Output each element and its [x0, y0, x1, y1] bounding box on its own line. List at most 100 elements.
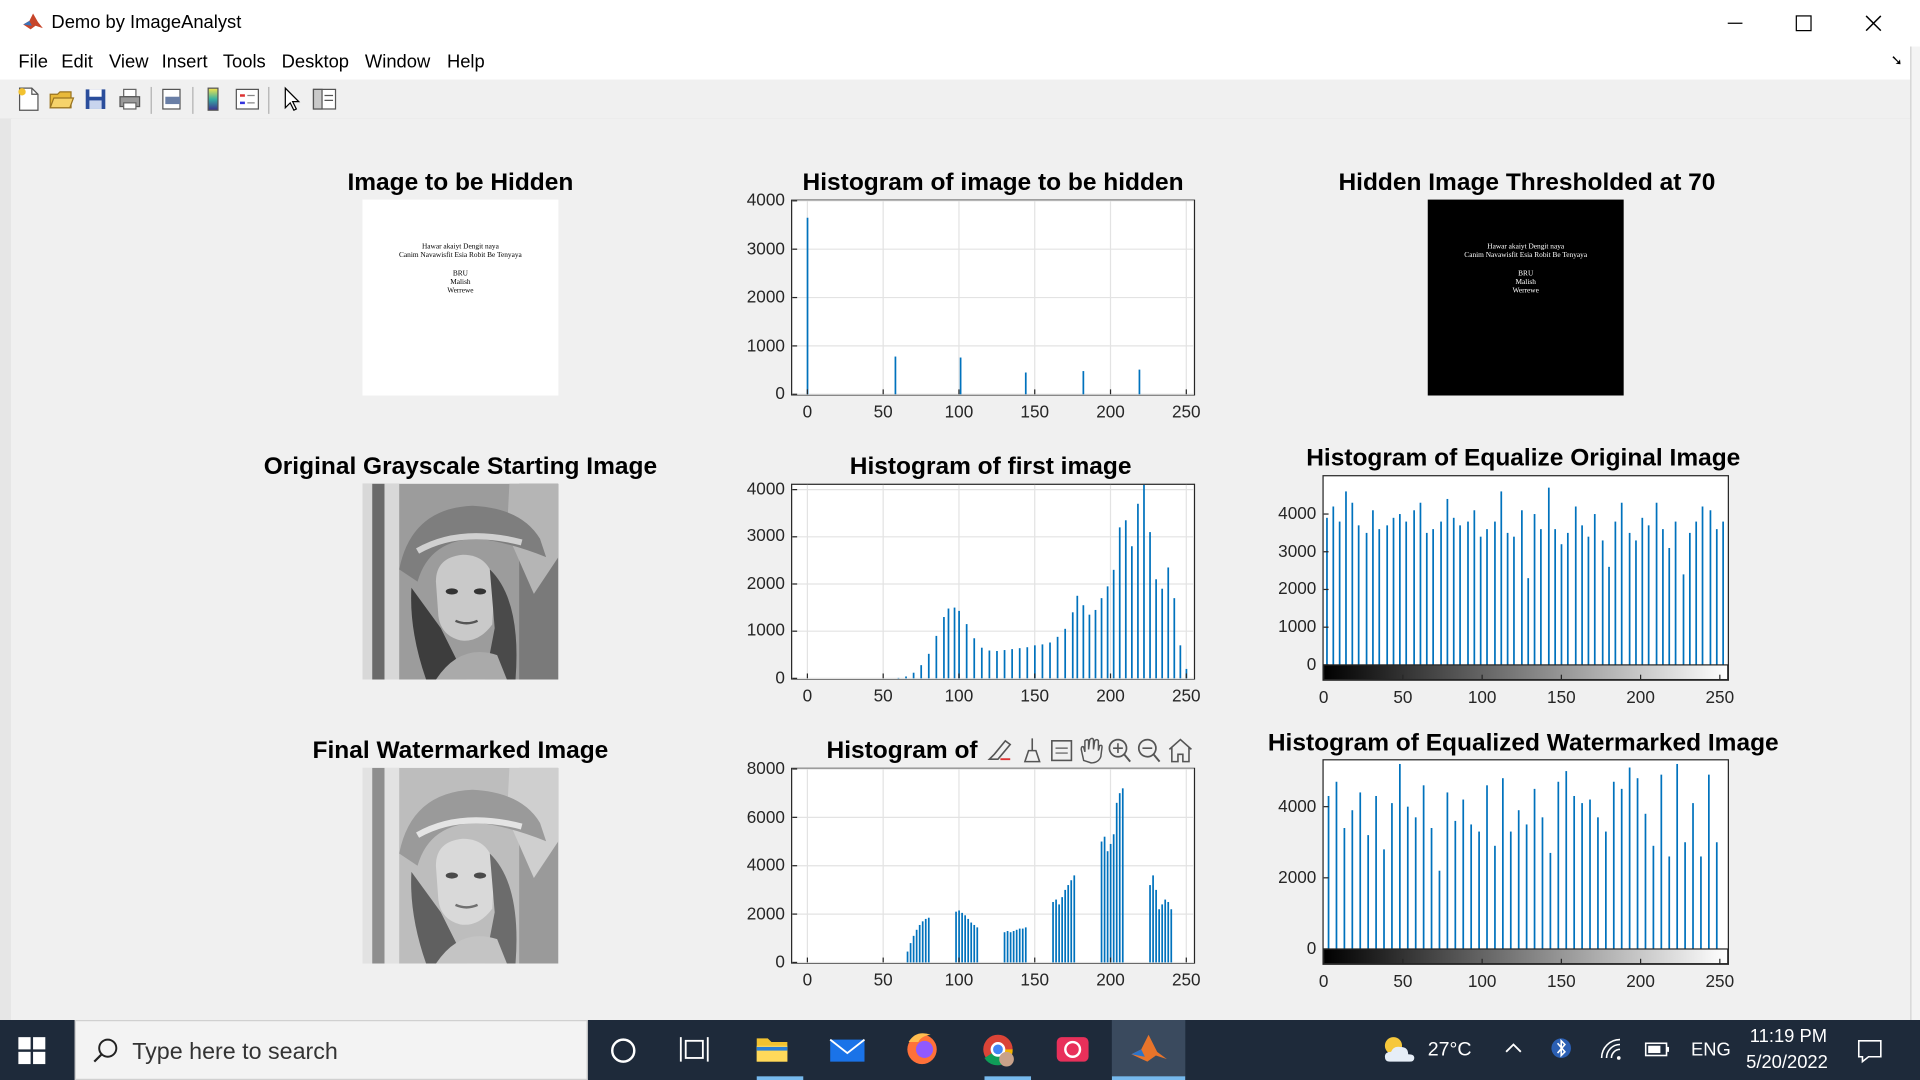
- histogram-bar: [1024, 927, 1027, 963]
- y-tick-label: 0: [775, 383, 785, 403]
- histogram-bar: [1494, 521, 1496, 665]
- menu-insert[interactable]: Insert: [162, 51, 208, 72]
- histogram-watermarked-axes[interactable]: 0 50 100 150 200 250 0 2000 4000 6000 8000: [747, 758, 1201, 989]
- maximize-button[interactable]: [1776, 5, 1832, 42]
- chevron-up-icon[interactable]: [1504, 1038, 1524, 1058]
- battery-icon[interactable]: [1644, 1040, 1671, 1060]
- taskbar-search-box[interactable]: Type here to search: [74, 1020, 588, 1080]
- weather-icon[interactable]: [1379, 1032, 1418, 1066]
- chrome-icon[interactable]: [962, 1020, 1035, 1080]
- histogram-bar: [1070, 880, 1073, 963]
- histogram-bar: [1386, 525, 1389, 665]
- matlab-icon[interactable]: [1111, 1020, 1186, 1080]
- hidden-text-line: Canim Navawisfit Esia Robit Be Tenyaya: [1464, 252, 1588, 260]
- hidden-text-line: Hawar akaiyt Dengit naya: [1487, 243, 1565, 252]
- histogram-bar: [1413, 510, 1415, 665]
- desktop-right-edge: [1910, 46, 1920, 1020]
- histogram-hidden-axes[interactable]: 0 50 100 150 200 250 0 1000 2000 3000 4000: [747, 190, 1201, 421]
- print-icon[interactable]: [116, 86, 143, 113]
- histogram-bar: [1612, 781, 1615, 949]
- histogram-bar: [1419, 502, 1422, 665]
- x-tick-label: 150: [1020, 969, 1050, 990]
- histogram-bar: [1446, 498, 1449, 665]
- histogram-bar: [924, 918, 927, 963]
- open-file-icon[interactable]: [48, 86, 75, 113]
- menu-help[interactable]: Help: [447, 51, 485, 72]
- new-figure-icon[interactable]: [15, 86, 42, 113]
- histogram-bar: [1533, 788, 1536, 949]
- x-tick-label: 200: [1626, 971, 1655, 991]
- data-cursor-icon[interactable]: [1051, 740, 1073, 762]
- minimize-button[interactable]: [1706, 5, 1762, 42]
- original-grayscale-image[interactable]: [362, 483, 559, 680]
- histogram-bar: [1155, 579, 1157, 679]
- snipping-tool-icon[interactable]: [1036, 1020, 1109, 1080]
- x-tick-label: 200: [1626, 686, 1655, 707]
- cortana-icon[interactable]: [588, 1020, 661, 1080]
- histogram-bar: [1695, 521, 1698, 665]
- menu-tools[interactable]: Tools: [223, 51, 266, 72]
- histogram-bar: [1597, 817, 1599, 949]
- property-inspector-icon[interactable]: [311, 86, 338, 113]
- home-icon[interactable]: [1168, 738, 1192, 763]
- data-tips-icon[interactable]: [1023, 738, 1041, 763]
- menu-desktop[interactable]: Desktop: [282, 51, 349, 72]
- window-title: Demo by ImageAnalyst: [51, 12, 242, 34]
- y-tick-label: 3000: [746, 238, 785, 258]
- thresholded-hidden-image[interactable]: Hawar akaiyt Dengit naya Canim Navawisfi…: [1427, 199, 1624, 396]
- histogram-equalized-original-axes[interactable]: 0 50 100 150 200 250 0 1000 2000 3000 4000: [1278, 475, 1734, 707]
- histogram-bar: [1620, 788, 1623, 949]
- histogram-bar: [1003, 650, 1006, 679]
- language-indicator[interactable]: ENG: [1691, 1040, 1731, 1061]
- dock-arrow-icon[interactable]: ➘: [1891, 51, 1903, 68]
- histogram-bar: [988, 650, 991, 679]
- histogram-bar: [1655, 502, 1658, 665]
- menu-edit[interactable]: Edit: [61, 51, 93, 72]
- mail-icon[interactable]: [811, 1020, 884, 1080]
- print-preview-icon[interactable]: [158, 86, 185, 113]
- histogram-bar: [958, 610, 960, 679]
- histogram-bar: [905, 676, 907, 679]
- histogram-bar: [1494, 845, 1496, 949]
- x-tick-label: 250: [1171, 969, 1201, 990]
- menu-window[interactable]: Window: [365, 51, 430, 72]
- brush-icon[interactable]: [987, 739, 1012, 761]
- close-button[interactable]: [1845, 5, 1901, 42]
- x-tick-label: 0: [802, 401, 813, 422]
- pan-icon[interactable]: [1080, 737, 1103, 764]
- clock-date[interactable]: 5/20/2022: [1746, 1052, 1828, 1073]
- zoom-out-icon[interactable]: [1137, 738, 1161, 763]
- wifi-icon[interactable]: [1598, 1037, 1625, 1061]
- hidden-image[interactable]: Hawar akaiyt Dengit naya Canim Navawisfi…: [362, 199, 559, 396]
- firefox-icon[interactable]: [884, 1020, 957, 1080]
- save-icon[interactable]: [82, 86, 109, 113]
- zoom-in-icon[interactable]: [1108, 738, 1131, 763]
- menu-file[interactable]: File: [18, 51, 48, 72]
- histogram-equalized-watermarked-axes[interactable]: 0 50 100 150 200 250 0 2000 4000: [1278, 759, 1734, 991]
- clock-time[interactable]: 11:19 PM: [1750, 1026, 1827, 1047]
- histogram-bar: [1521, 510, 1523, 665]
- task-view-icon[interactable]: [659, 1020, 732, 1080]
- histogram-bar: [1375, 795, 1377, 949]
- start-button[interactable]: [17, 1036, 46, 1065]
- windows-taskbar: Type here to search 27°C ENG 11:19 PM 5/…: [0, 1020, 1920, 1080]
- notification-icon[interactable]: [1856, 1037, 1883, 1064]
- colorbar-icon[interactable]: [200, 86, 227, 113]
- window-titlebar[interactable]: Demo by ImageAnalyst: [0, 0, 1920, 47]
- histogram-bar: [1486, 529, 1488, 665]
- histogram-bar: [935, 635, 938, 679]
- menu-view[interactable]: View: [109, 51, 148, 72]
- histogram-first-image-axes[interactable]: 0 50 100 150 200 250 0 1000 2000 3000 4000: [747, 479, 1201, 706]
- weather-temperature[interactable]: 27°C: [1428, 1040, 1472, 1062]
- bluetooth-security-icon[interactable]: [1549, 1036, 1573, 1060]
- histogram-bar: [1103, 836, 1106, 963]
- final-watermarked-image[interactable]: [362, 767, 559, 964]
- histogram-bar: [1462, 799, 1465, 949]
- histogram-bar: [959, 357, 962, 395]
- file-explorer-icon[interactable]: [735, 1020, 808, 1080]
- histogram-bar: [1161, 904, 1164, 963]
- edit-plot-icon[interactable]: [278, 86, 305, 113]
- histogram-bar: [1688, 532, 1691, 665]
- legend-icon[interactable]: [234, 86, 261, 113]
- y-tick-label: 0: [775, 951, 785, 972]
